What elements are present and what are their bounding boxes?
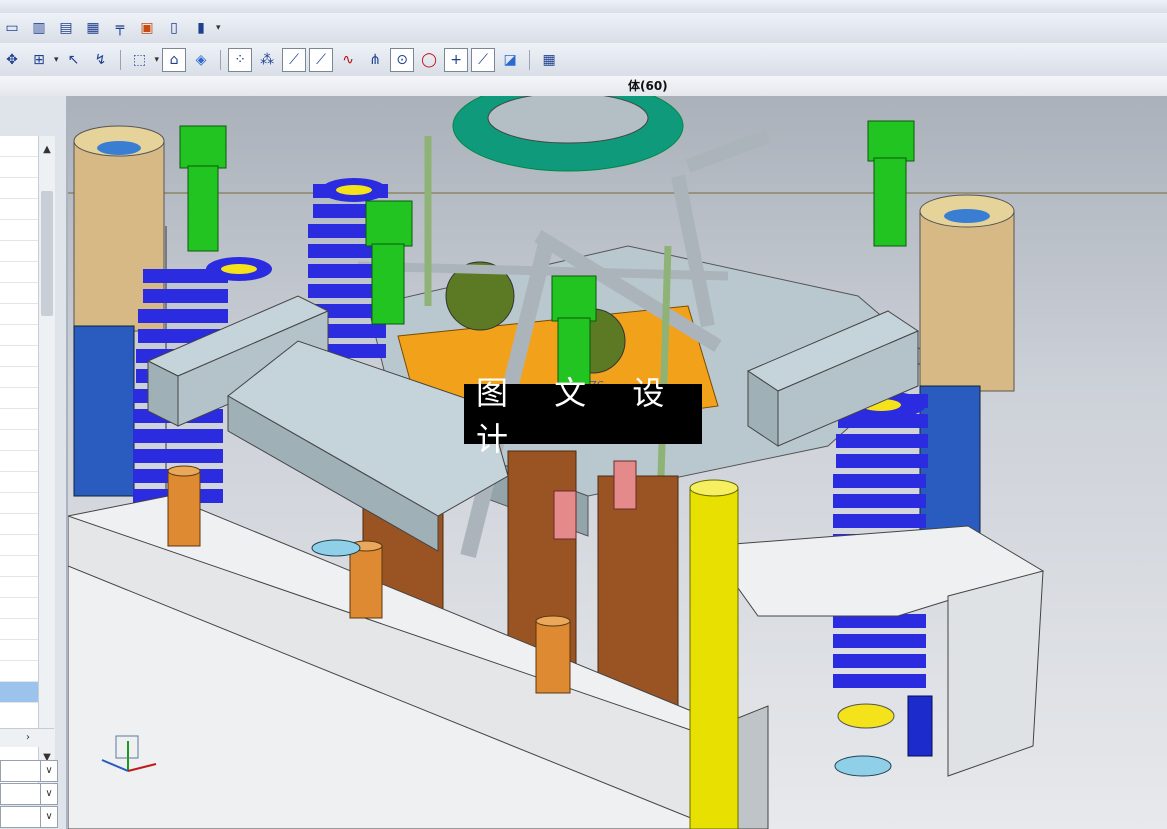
list-item[interactable] bbox=[0, 661, 38, 682]
pocket-icon[interactable]: ▤ bbox=[54, 16, 78, 40]
snap-point-on-icon[interactable]: + bbox=[444, 48, 469, 72]
list-item[interactable] bbox=[0, 262, 38, 283]
list-item[interactable] bbox=[0, 388, 38, 409]
chevron-down-icon[interactable]: ∨ bbox=[40, 761, 57, 781]
list-item[interactable] bbox=[0, 514, 38, 535]
list-item[interactable] bbox=[0, 283, 38, 304]
list-item[interactable] bbox=[0, 220, 38, 241]
rib-icon[interactable]: ╤ bbox=[108, 16, 132, 40]
list-item[interactable] bbox=[0, 409, 38, 430]
list-item[interactable] bbox=[0, 178, 38, 199]
separator bbox=[119, 50, 121, 70]
lasso-icon[interactable]: ↯ bbox=[89, 48, 113, 72]
toolbar-selection: ✥ ⊞ ▾ ↖ ↯ ⬚ ▾ ⌂ ◈ ⁘ ⁂ ⟋ ⟋ ∿ ⋔ ⊙ ◯ + ⟋ ◪ … bbox=[0, 43, 1167, 77]
chevron-down-icon[interactable]: ∨ bbox=[40, 807, 57, 827]
toolbar-feature: ▭ ▥ ▤ ▦ ╤ ▣ ▯ ▮ ▾ bbox=[0, 13, 1167, 44]
select-icon[interactable]: ↖ bbox=[62, 48, 86, 72]
watermark: 图 文 设 计 bbox=[464, 374, 702, 458]
feature-filter-icon[interactable]: ⌂ bbox=[162, 48, 187, 72]
snap-intersection-icon[interactable]: ⋔ bbox=[363, 48, 387, 72]
more-dropdown-icon[interactable]: ▾ bbox=[216, 23, 221, 33]
list-item[interactable] bbox=[0, 304, 38, 325]
navigator-list[interactable] bbox=[0, 136, 38, 786]
snap-point-icon[interactable]: ⊞ bbox=[27, 48, 51, 72]
list-item[interactable] bbox=[0, 136, 38, 157]
snap-curve-icon[interactable]: ∿ bbox=[336, 48, 360, 72]
list-item[interactable] bbox=[0, 430, 38, 451]
list-item[interactable] bbox=[0, 556, 38, 577]
slot-icon[interactable]: ▯ bbox=[162, 16, 186, 40]
panel-title: 体(60) bbox=[628, 79, 668, 93]
list-item[interactable] bbox=[0, 493, 38, 514]
mold-assembly-model bbox=[68, 96, 1167, 829]
menu-strip bbox=[0, 0, 1167, 14]
layer-select[interactable]: ∨ bbox=[0, 806, 58, 828]
rectangle-select-icon[interactable]: ⬚ bbox=[128, 48, 152, 72]
separator bbox=[529, 50, 531, 70]
extrude-icon[interactable]: ▭ bbox=[0, 16, 24, 40]
type-select[interactable]: ∨ bbox=[0, 783, 58, 805]
snap-grid-icon[interactable]: ⁂ bbox=[255, 48, 279, 72]
list-item[interactable] bbox=[0, 451, 38, 472]
scroll-right-icon[interactable]: › bbox=[20, 730, 36, 746]
boss-icon[interactable]: ▮ bbox=[189, 16, 213, 40]
move-icon[interactable]: ✥ bbox=[0, 48, 24, 72]
horizontal-scrollbar[interactable]: › bbox=[0, 728, 54, 747]
grid-icon[interactable]: ▦ bbox=[537, 48, 561, 72]
scroll-up-icon[interactable]: ▲ bbox=[39, 142, 55, 158]
list-item[interactable] bbox=[0, 346, 38, 367]
snap-tangent-icon[interactable]: ⟋ bbox=[471, 48, 496, 72]
pattern-icon[interactable]: ▦ bbox=[81, 16, 105, 40]
list-item[interactable] bbox=[0, 199, 38, 220]
pad-icon[interactable]: ▥ bbox=[27, 16, 51, 40]
list-item[interactable] bbox=[0, 241, 38, 262]
snap-dropdown-icon[interactable]: ▾ bbox=[54, 55, 59, 65]
list-item[interactable] bbox=[0, 157, 38, 178]
list-item[interactable] bbox=[0, 598, 38, 619]
list-item[interactable] bbox=[0, 577, 38, 598]
list-item[interactable] bbox=[0, 367, 38, 388]
snap-center-icon[interactable]: ⊙ bbox=[390, 48, 415, 72]
list-item-selected[interactable] bbox=[0, 682, 38, 703]
snap-face-icon[interactable]: ◪ bbox=[498, 48, 522, 72]
snap-quadrant-icon[interactable]: ◯ bbox=[417, 48, 441, 72]
snap-midpoint-icon[interactable]: ⟋ bbox=[309, 48, 334, 72]
chevron-down-icon[interactable]: ∨ bbox=[40, 784, 57, 804]
list-item[interactable] bbox=[0, 535, 38, 556]
hole-icon[interactable]: ▣ bbox=[135, 16, 159, 40]
dialog-header bbox=[0, 76, 1167, 97]
snap-line-icon[interactable]: ⟋ bbox=[282, 48, 307, 72]
snap-endpoint-icon[interactable]: ⁘ bbox=[228, 48, 253, 72]
scroll-thumb[interactable] bbox=[41, 191, 53, 316]
solid-filter-icon[interactable]: ◈ bbox=[189, 48, 213, 72]
list-item[interactable] bbox=[0, 640, 38, 661]
vertical-scrollbar[interactable]: ▲ ▼ bbox=[38, 136, 55, 786]
list-item[interactable] bbox=[0, 472, 38, 493]
select-dropdown-icon[interactable]: ▾ bbox=[155, 55, 160, 65]
list-item[interactable] bbox=[0, 325, 38, 346]
part-navigator: ▲ ▼ › ∨ ∨ ∨ bbox=[0, 96, 68, 829]
separator bbox=[220, 50, 222, 70]
list-item[interactable] bbox=[0, 619, 38, 640]
filter-select[interactable]: ∨ bbox=[0, 760, 58, 782]
graphics-viewport[interactable]: ZC bbox=[68, 96, 1167, 829]
